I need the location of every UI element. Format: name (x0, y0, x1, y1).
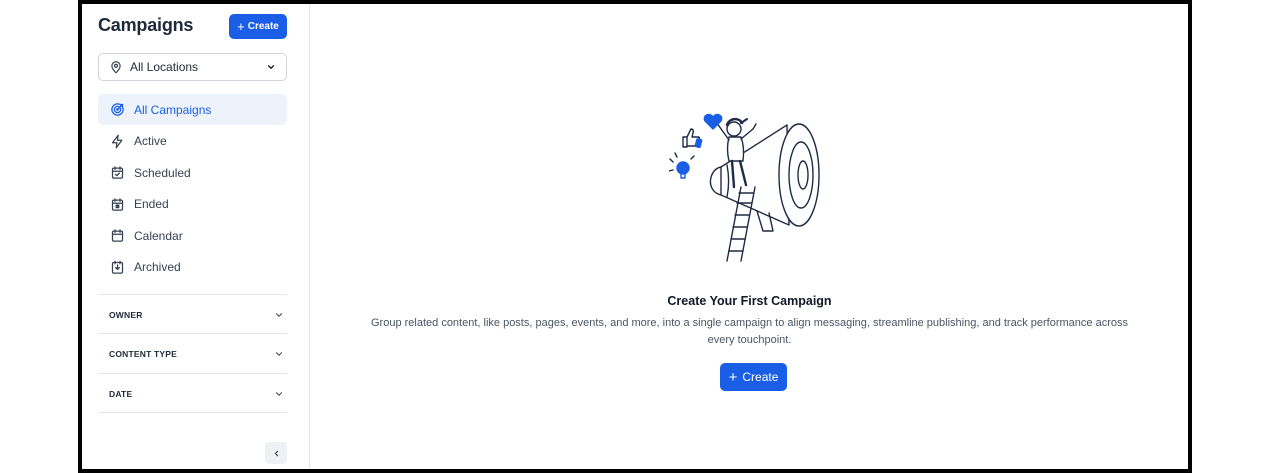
filter-label: DATE (109, 388, 133, 399)
archive-icon (111, 260, 124, 274)
calendar-icon (111, 229, 124, 243)
create-button-label: Create (247, 21, 279, 32)
map-pin-icon (111, 61, 121, 74)
lightning-icon (111, 134, 123, 148)
filter-owner[interactable]: OWNER (98, 294, 287, 334)
empty-state-description: Group related content, like posts, pages… (371, 317, 1128, 346)
create-first-campaign-button[interactable]: + Create (720, 363, 787, 391)
plus-icon: + (728, 368, 738, 386)
nav-item-calendar[interactable]: Calendar (98, 220, 287, 251)
nav-item-archived[interactable]: Archived (98, 252, 287, 283)
nav-item-label: Ended (134, 197, 169, 212)
plus-icon: + (237, 19, 245, 34)
chevron-down-icon (267, 65, 275, 69)
empty-state-title: Create Your First Campaign (667, 294, 832, 308)
nav-item-label: Scheduled (134, 165, 191, 180)
nav-item-all-campaigns[interactable]: All Campaigns (98, 94, 287, 125)
create-button-label: Create (742, 370, 779, 384)
megaphone-ladder-illustration (669, 113, 820, 262)
target-icon (111, 103, 124, 116)
page-title: Campaigns (98, 15, 194, 35)
calendar-stop-icon (111, 198, 124, 211)
divider (98, 412, 287, 413)
create-campaign-button[interactable]: + Create (229, 14, 287, 39)
filter-date[interactable]: DATE (98, 373, 287, 413)
nav-item-ended[interactable]: Ended (98, 189, 287, 220)
location-select[interactable]: All Locations (98, 53, 287, 81)
chevron-down-icon (275, 313, 283, 317)
location-select-value: All Locations (130, 60, 199, 74)
filter-content-type[interactable]: CONTENT TYPE (98, 333, 287, 373)
chevron-down-icon (275, 392, 283, 396)
collapse-sidebar-button[interactable] (265, 442, 287, 464)
filter-label: OWNER (109, 309, 143, 320)
nav-item-scheduled[interactable]: Scheduled (98, 157, 287, 188)
nav-item-label: Archived (134, 260, 181, 275)
campaign-nav: All Campaigns Active Scheduled Ended Cal… (98, 94, 287, 284)
chevron-down-icon (275, 352, 283, 356)
calendar-check-icon (111, 166, 124, 179)
nav-item-label: All Campaigns (134, 102, 212, 117)
nav-item-label: Active (134, 134, 167, 149)
filter-label: CONTENT TYPE (109, 348, 178, 359)
chevron-left-icon (274, 450, 278, 456)
main-content: Create Your First Campaign Group related… (311, 4, 1188, 469)
sidebar: Campaigns + Create All Locations All Cam… (82, 4, 310, 469)
nav-item-label: Calendar (134, 228, 183, 243)
app-frame: Campaigns + Create All Locations All Cam… (78, 0, 1192, 473)
nav-item-active[interactable]: Active (98, 126, 287, 157)
